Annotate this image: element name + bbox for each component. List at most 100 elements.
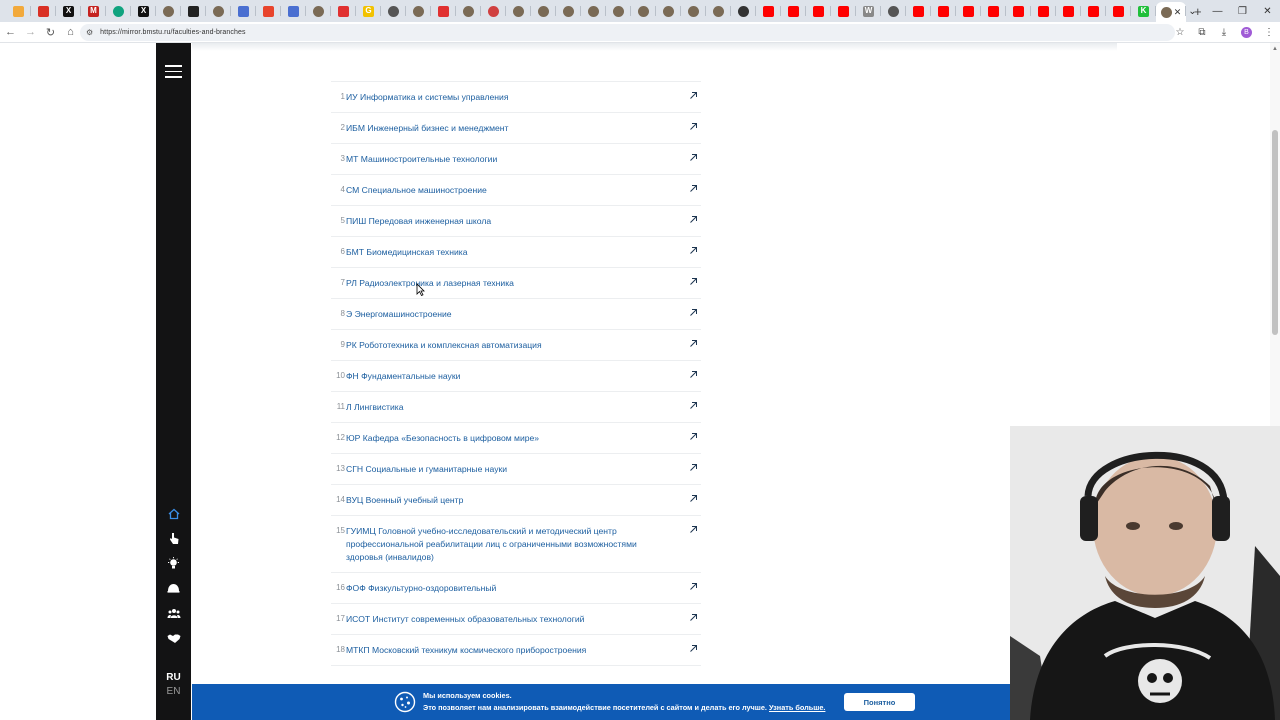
external-arrow-icon[interactable]: [689, 644, 698, 653]
external-arrow-icon[interactable]: [689, 246, 698, 255]
home-button[interactable]: ⌂: [61, 23, 80, 42]
faculty-row[interactable]: 5 ПИШ Передовая инженерная школа: [331, 206, 701, 237]
browser-tab[interactable]: [6, 2, 31, 20]
external-arrow-icon[interactable]: [689, 339, 698, 348]
faculty-link[interactable]: ГУИМЦ Головной учебно-исследовательский …: [346, 525, 658, 564]
browser-tab[interactable]: [156, 2, 181, 20]
browser-tab[interactable]: K: [1131, 2, 1156, 20]
browser-tab[interactable]: X: [131, 2, 156, 20]
browser-tab[interactable]: [281, 2, 306, 20]
faculty-row[interactable]: 8Э Энергомашиностроение: [331, 299, 701, 330]
browser-tab[interactable]: [681, 2, 706, 20]
faculty-link[interactable]: БМТ Биомедицинская техника: [346, 246, 658, 259]
faculty-link[interactable]: ПИШ Передовая инженерная школа: [346, 215, 658, 228]
external-arrow-icon[interactable]: [689, 401, 698, 410]
browser-tab[interactable]: [531, 2, 556, 20]
browser-tab[interactable]: [1081, 2, 1106, 20]
browser-tab[interactable]: [231, 2, 256, 20]
browser-tab[interactable]: X: [56, 2, 81, 20]
bookmark-star-icon[interactable]: ☆: [1169, 27, 1191, 38]
faculty-link[interactable]: Э Энергомашиностроение: [346, 308, 658, 321]
restore-button[interactable]: ❐: [1230, 0, 1255, 22]
faculty-link[interactable]: ФН Фундаментальные науки: [346, 370, 658, 383]
back-button[interactable]: ←: [1, 23, 20, 42]
cookie-learn-more-link[interactable]: Узнать больше.: [769, 703, 825, 712]
browser-tab[interactable]: [431, 2, 456, 20]
browser-tab[interactable]: M: [81, 2, 106, 20]
browser-tab[interactable]: [106, 2, 131, 20]
address-bar[interactable]: ⚙ https://mirror.bmstu.ru/faculties-and-…: [80, 24, 1175, 41]
browser-tab[interactable]: G: [356, 2, 381, 20]
faculty-link[interactable]: РЛ Радиоэлектроника и лазерная техника: [346, 277, 658, 290]
browser-tab[interactable]: [1106, 2, 1131, 20]
faculty-row[interactable]: 11 Л Лингвистика: [331, 392, 701, 423]
faculty-row[interactable]: 18 МТКП Московский техникум космического …: [331, 635, 701, 666]
external-arrow-icon[interactable]: [689, 91, 698, 100]
faculty-link[interactable]: Л Лингвистика: [346, 401, 658, 414]
browser-tab[interactable]: [881, 2, 906, 20]
browser-tab[interactable]: [981, 2, 1006, 20]
external-arrow-icon[interactable]: [689, 613, 698, 622]
browser-tab[interactable]: [606, 2, 631, 20]
external-arrow-icon[interactable]: [689, 184, 698, 193]
browser-tab[interactable]: [1056, 2, 1081, 20]
browser-tab[interactable]: [731, 2, 756, 20]
close-window-button[interactable]: ✕: [1255, 0, 1280, 22]
browser-tab[interactable]: [506, 2, 531, 20]
external-arrow-icon[interactable]: [689, 525, 698, 534]
menu-kebab-icon[interactable]: ⋮: [1258, 27, 1280, 38]
faculty-row[interactable]: 6 БМТ Биомедицинская техника: [331, 237, 701, 268]
site-info-icon[interactable]: ⚙: [86, 28, 93, 37]
faculty-link[interactable]: МТ Машиностроительные технологии: [346, 153, 658, 166]
lang-en[interactable]: EN: [156, 685, 191, 699]
faculty-row[interactable]: 1 ИУ Информатика и системы управления: [331, 82, 701, 113]
external-arrow-icon[interactable]: [689, 215, 698, 224]
browser-tab[interactable]: [306, 2, 331, 20]
forward-button[interactable]: →: [21, 23, 40, 42]
home-icon[interactable]: [156, 501, 191, 526]
browser-tab[interactable]: [381, 2, 406, 20]
browser-tab[interactable]: [631, 2, 656, 20]
browser-tab[interactable]: [481, 2, 506, 20]
downloads-icon[interactable]: ⤓: [1213, 27, 1235, 38]
hamburger-menu-icon[interactable]: [165, 65, 182, 78]
handshake-icon[interactable]: [156, 626, 191, 651]
external-arrow-icon[interactable]: [689, 432, 698, 441]
faculty-row[interactable]: 14 ВУЦ Военный учебный центр: [331, 485, 701, 516]
external-arrow-icon[interactable]: [689, 463, 698, 472]
faculty-row[interactable]: 3 МТ Машиностроительные технологии: [331, 144, 701, 175]
faculty-link[interactable]: ИСОТ Институт современных образовательны…: [346, 613, 658, 626]
faculty-row[interactable]: 16 ФОФ Физкультурно-оздоровительный: [331, 573, 701, 604]
browser-tab[interactable]: [1006, 2, 1031, 20]
faculty-row[interactable]: 2 ИБМ Инженерный бизнес и менеджмент: [331, 113, 701, 144]
extensions-icon[interactable]: ⧉: [1191, 27, 1213, 38]
profile-avatar[interactable]: B: [1241, 27, 1252, 38]
external-arrow-icon[interactable]: [689, 370, 698, 379]
tab-search-icon[interactable]: ⌄: [1180, 0, 1205, 22]
browser-tab[interactable]: W: [856, 2, 881, 20]
faculty-link[interactable]: ФОФ Физкультурно-оздоровительный: [346, 582, 658, 595]
faculty-row[interactable]: 13 СГН Социальные и гуманитарные науки: [331, 454, 701, 485]
lightbulb-icon[interactable]: [156, 551, 191, 576]
browser-tab[interactable]: [906, 2, 931, 20]
external-arrow-icon[interactable]: [689, 494, 698, 503]
faculty-link[interactable]: МТКП Московский техникум космического пр…: [346, 644, 658, 657]
faculty-link[interactable]: СМ Специальное машиностроение: [346, 184, 658, 197]
helmet-icon[interactable]: [156, 576, 191, 601]
external-arrow-icon[interactable]: [689, 277, 698, 286]
browser-tab[interactable]: [756, 2, 781, 20]
browser-tab[interactable]: [206, 2, 231, 20]
browser-tab[interactable]: [706, 2, 731, 20]
scroll-thumb[interactable]: [1272, 130, 1278, 335]
lang-ru[interactable]: RU: [156, 671, 191, 685]
external-arrow-icon[interactable]: [689, 308, 698, 317]
reload-button[interactable]: ↻: [41, 23, 60, 42]
external-arrow-icon[interactable]: [689, 122, 698, 131]
browser-tab[interactable]: [831, 2, 856, 20]
external-arrow-icon[interactable]: [689, 153, 698, 162]
faculty-row[interactable]: 17 ИСОТ Институт современных образователь…: [331, 604, 701, 635]
browser-tab[interactable]: [456, 2, 481, 20]
browser-tab[interactable]: [31, 2, 56, 20]
browser-tab[interactable]: [806, 2, 831, 20]
scroll-up-icon[interactable]: ▲: [1272, 46, 1278, 52]
